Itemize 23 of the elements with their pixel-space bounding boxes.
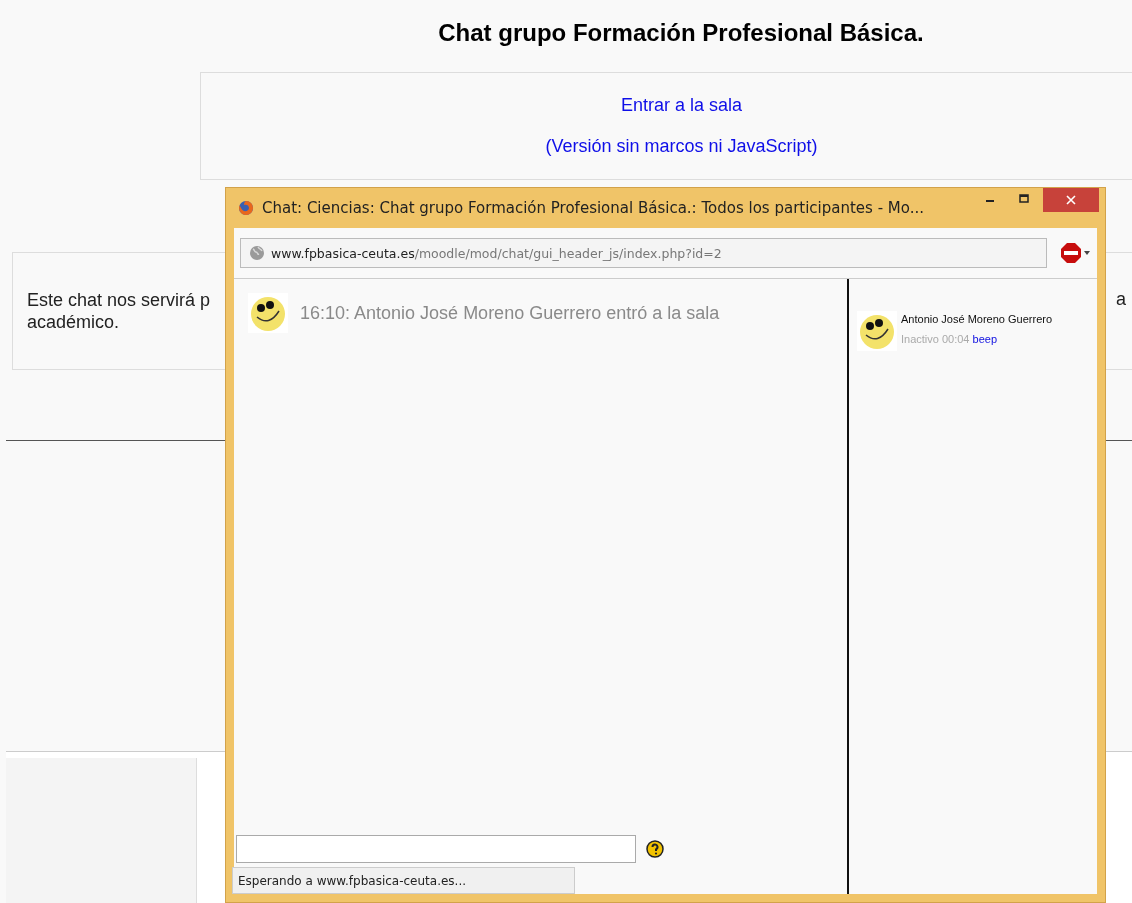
user-name: Antonio José Moreno Guerrero xyxy=(901,313,1053,325)
link[interactable]: (Versión sin marcos ni JavaScript) xyxy=(545,136,818,157)
beep-link[interactable]: beep xyxy=(972,333,998,345)
description-text: Este chat nos servirá p xyxy=(27,289,211,311)
browser-logo-icon xyxy=(238,200,254,216)
user-status: Inactivo 00:04 xyxy=(901,333,970,345)
status-text: Esperando a www.fpbasica-ceuta.es... xyxy=(238,873,467,888)
close-icon xyxy=(1066,195,1076,205)
page-title: Chat grupo Formación Profesional Básica. xyxy=(438,19,924,47)
smiley-avatar-icon xyxy=(248,293,288,333)
chat-message: 16:10: Antonio José Moreno Guerrero entró a la sala xyxy=(300,302,720,324)
maximize-icon xyxy=(1019,194,1029,204)
smiley-avatar-icon xyxy=(857,311,897,351)
description-text: a xyxy=(1116,289,1127,311)
address-field[interactable]: www.fpbasica-ceuta.es/moodle/mod/chat/gui_header_js/index.php?id=2 xyxy=(240,238,1047,268)
link[interactable]: Entrar a la sala xyxy=(620,95,743,116)
message-input[interactable] xyxy=(236,835,636,863)
description-text: académico. xyxy=(27,311,121,333)
adblock-button[interactable] xyxy=(1061,243,1091,263)
window-title: Chat: Ciencias: Chat grupo Formación Profesional Básica.: Todos los participantes - Mo... xyxy=(262,199,925,217)
globe-icon xyxy=(249,245,265,261)
help-icon[interactable] xyxy=(646,840,664,858)
stop-sign-icon xyxy=(1061,243,1091,263)
